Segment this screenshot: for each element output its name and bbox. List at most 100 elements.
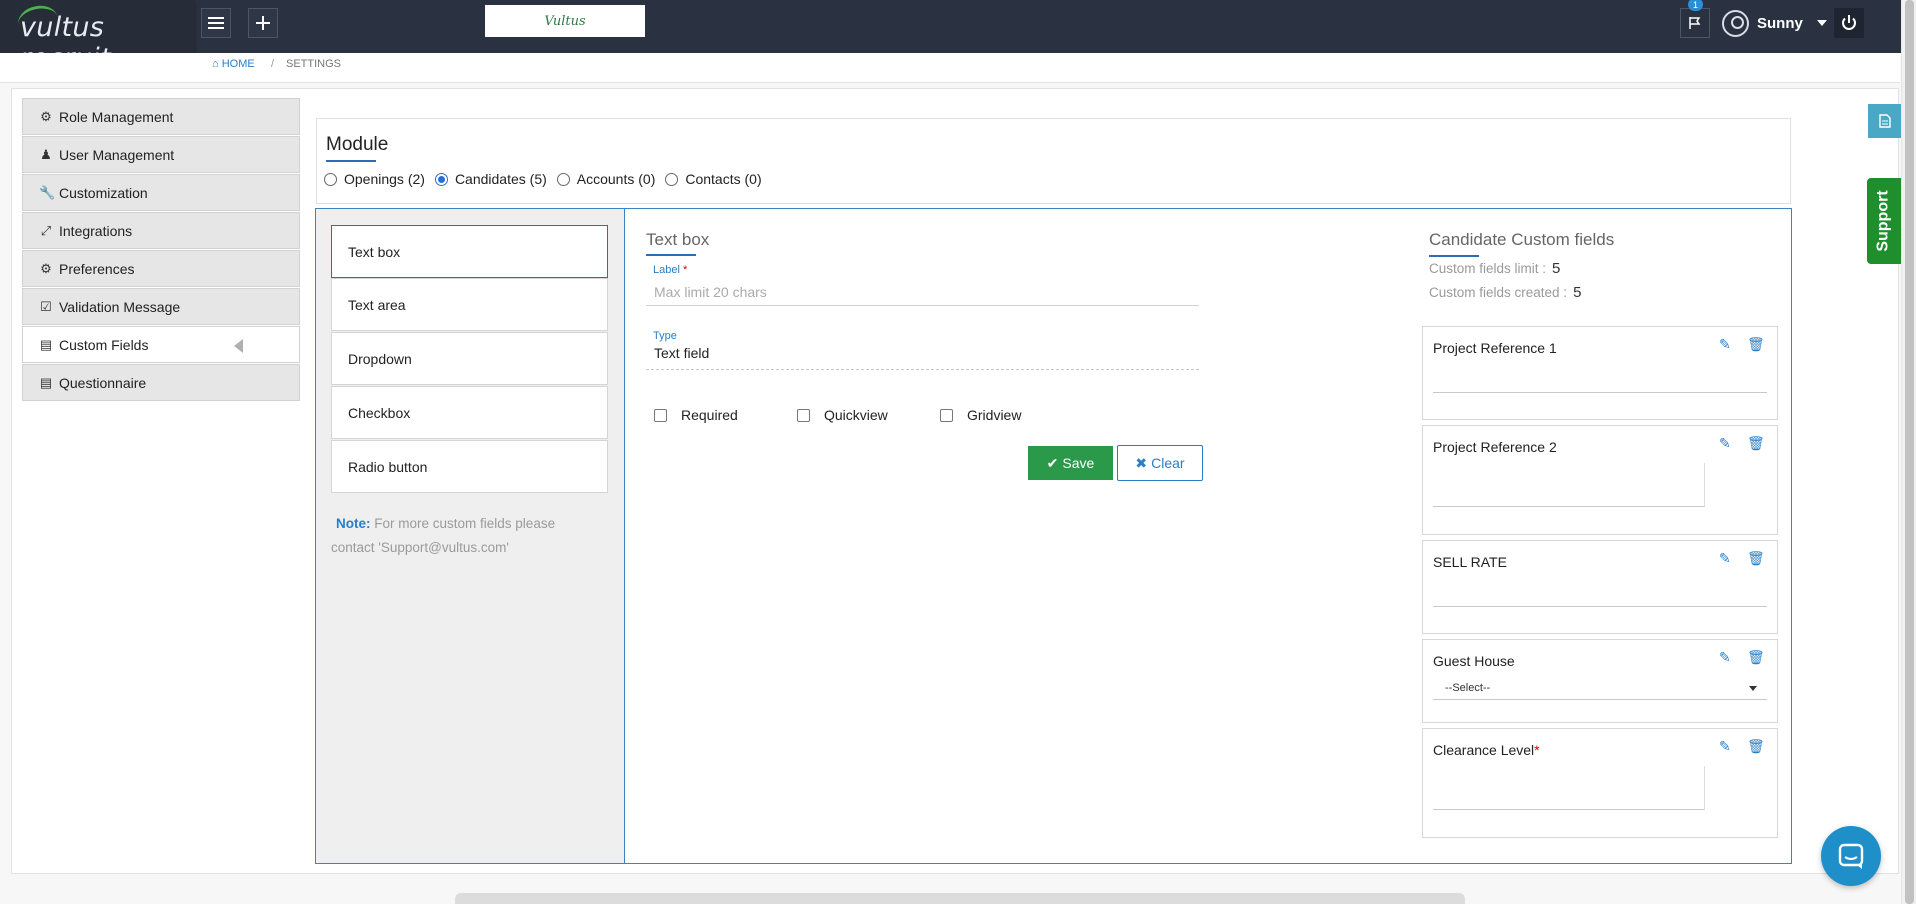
quickview-checkbox[interactable]: Quickview <box>797 407 940 423</box>
checkbox[interactable] <box>797 408 810 422</box>
settings-sidebar: ⚙ Role Management ♟ User Management 🔧 Cu… <box>22 98 300 402</box>
field-type-text-area[interactable]: Text area <box>331 278 608 331</box>
custom-field-preview-input[interactable] <box>1433 606 1767 607</box>
module-title: Module <box>326 134 389 155</box>
edit-icon[interactable]: ✎ <box>1719 550 1735 566</box>
sidebar-item-label: Role Management <box>59 108 174 125</box>
radio-accounts[interactable]: Accounts (0) <box>556 171 655 187</box>
custom-field-preview-input[interactable] <box>1433 392 1767 393</box>
limit-value: 5 <box>1552 260 1561 277</box>
sidebar-item-preferences[interactable]: ⚙ Preferences <box>22 250 300 287</box>
custom-field-preview-textarea[interactable] <box>1433 463 1705 507</box>
radio-button[interactable] <box>324 172 337 186</box>
edit-icon[interactable]: ✎ <box>1719 738 1735 754</box>
sidebar-item-validation-message[interactable]: ☑ Validation Message <box>22 288 300 325</box>
user-icon: ♟ <box>40 146 52 162</box>
user-name: Sunny <box>1757 14 1803 32</box>
scrollbar-thumb[interactable] <box>1905 0 1914 904</box>
logout-button[interactable] <box>1834 8 1864 38</box>
chevron-down-icon <box>1816 20 1827 26</box>
field-options: Required Quickview Gridview <box>654 407 1083 423</box>
gears-icon: ⚙ <box>40 260 52 276</box>
trash-icon[interactable]: 🗑 <box>1747 738 1765 754</box>
custom-field-card: Project Reference 1 ✎ 🗑 <box>1422 326 1778 420</box>
radio-contacts[interactable]: Contacts (0) <box>665 171 762 187</box>
gridview-checkbox[interactable]: Gridview <box>940 407 1083 423</box>
custom-field-card: Project Reference 2 ✎ 🗑 <box>1422 425 1778 535</box>
menu-toggle-button[interactable] <box>201 8 231 38</box>
field-type-radio-button[interactable]: Radio button <box>331 440 608 493</box>
sidebar-item-custom-fields[interactable]: ▤ Custom Fields <box>22 326 300 363</box>
user-menu[interactable]: Sunny <box>1722 8 1827 38</box>
field-type-checkbox[interactable]: Checkbox <box>331 386 608 439</box>
sidebar-item-integrations[interactable]: ⤢ Integrations <box>22 212 300 249</box>
power-icon <box>1842 15 1856 30</box>
support-note: Note: For more custom fields please cont… <box>331 512 601 560</box>
trash-icon[interactable]: 🗑 <box>1747 336 1765 352</box>
wrench-icon: 🔧 <box>39 184 56 200</box>
puzzle-icon: ⤢ <box>40 222 52 238</box>
trash-icon[interactable]: 🗑 <box>1747 435 1765 451</box>
edit-icon[interactable]: ✎ <box>1719 336 1735 352</box>
field-type-dropdown[interactable]: Dropdown <box>331 332 608 385</box>
radio-label: Openings (2) <box>344 171 425 187</box>
sidebar-item-customization[interactable]: 🔧 Customization <box>22 174 300 211</box>
brand-logo[interactable]: vultus recruit <box>0 0 194 74</box>
sidebar-item-user-management[interactable]: ♟ User Management <box>22 136 300 173</box>
breadcrumb-home-link[interactable]: ⌂ HOME <box>212 58 255 70</box>
breadcrumb-home-label: HOME <box>221 58 255 70</box>
limit-label: Custom fields limit : <box>1429 261 1547 276</box>
support-tab[interactable]: Support <box>1867 178 1901 264</box>
breadcrumb: ⌂ HOME / SETTINGS <box>0 53 1900 83</box>
radio-candidates[interactable]: Candidates (5) <box>434 171 547 187</box>
custom-field-name: Clearance Level* <box>1433 742 1540 758</box>
radio-label: Contacts (0) <box>685 171 762 187</box>
required-checkbox[interactable]: Required <box>654 407 797 423</box>
clear-button[interactable]: ✖ Clear <box>1117 445 1203 481</box>
label-caption-text: Label <box>653 264 680 276</box>
chart-icon: ▤ <box>39 374 53 390</box>
trash-icon[interactable]: 🗑 <box>1747 550 1765 566</box>
title-underline <box>326 160 376 162</box>
custom-field-name: Guest House <box>1433 653 1515 669</box>
custom-field-name: SELL RATE <box>1433 554 1507 570</box>
created-label: Custom fields created : <box>1429 285 1568 300</box>
page-scrollbar[interactable] <box>1901 0 1916 904</box>
add-button[interactable] <box>248 8 278 38</box>
radio-button[interactable] <box>556 172 570 186</box>
company-logo: Vultus <box>485 5 645 37</box>
label-input[interactable] <box>646 278 1199 306</box>
checkbox[interactable] <box>940 408 953 422</box>
type-value: Text field <box>646 345 1199 370</box>
custom-fields-limit: Custom fields limit : 5 <box>1429 260 1560 277</box>
custom-field-card: Guest House ✎ 🗑 --Select-- <box>1422 639 1778 723</box>
sidebar-item-role-management[interactable]: ⚙ Role Management <box>22 98 300 135</box>
custom-field-name-text: Clearance Level <box>1433 742 1535 758</box>
chat-launcher-button[interactable] <box>1821 826 1881 886</box>
notification-badge: 1 <box>1688 0 1703 11</box>
custom-field-preview-select[interactable]: --Select-- <box>1433 676 1767 700</box>
field-type-text-box[interactable]: Text box <box>331 225 608 278</box>
select-value: --Select-- <box>1445 681 1491 694</box>
document-tab[interactable] <box>1868 104 1901 138</box>
radio-button[interactable] <box>665 172 679 186</box>
plus-icon <box>256 16 270 30</box>
custom-field-preview-textarea[interactable] <box>1433 766 1705 810</box>
edit-icon[interactable]: ✎ <box>1719 435 1735 451</box>
trash-icon[interactable]: 🗑 <box>1747 649 1765 665</box>
notifications-button[interactable] <box>1680 8 1710 38</box>
radio-openings[interactable]: Openings (2) <box>324 171 425 187</box>
form-title: Text box <box>646 230 710 249</box>
radio-button[interactable] <box>434 172 448 186</box>
save-button[interactable]: ✔ Save <box>1028 446 1113 480</box>
checkbox[interactable] <box>654 408 667 422</box>
edit-icon[interactable]: ✎ <box>1719 649 1735 665</box>
page-footer-edge <box>455 893 1465 904</box>
custom-field-name: Project Reference 1 <box>1433 340 1557 356</box>
checkbox-icon: ☑ <box>40 298 52 314</box>
note-label: Note: <box>336 516 371 531</box>
sidebar-item-questionnaire[interactable]: ▤ Questionnaire <box>22 364 300 401</box>
save-label: Save <box>1062 455 1095 471</box>
sidebar-item-label: Custom Fields <box>59 336 149 353</box>
caret-down-icon <box>1749 686 1757 691</box>
